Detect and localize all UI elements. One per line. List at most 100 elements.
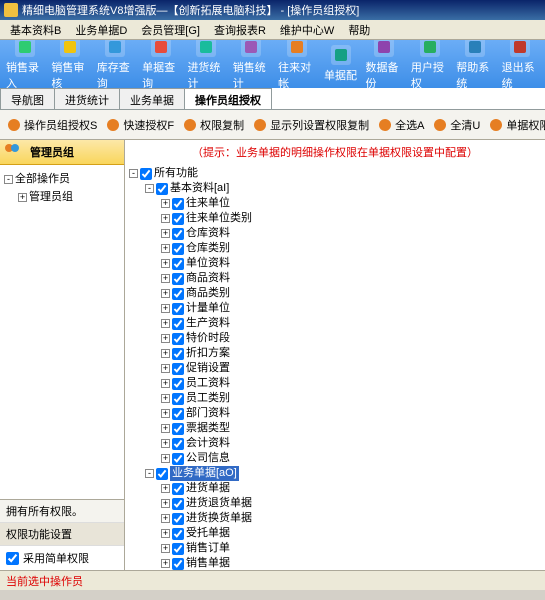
user-auth[interactable]: 用户授权 [407,40,452,88]
expand-icon[interactable]: + [161,454,170,463]
purchase-stat[interactable]: 进货统计 [183,40,228,88]
perm-node[interactable]: +员工类别 [129,391,541,406]
perm-checkbox[interactable] [156,183,168,195]
perm-checkbox[interactable] [172,558,184,570]
help-sys[interactable]: 帮助系统 [452,40,497,88]
perm-node[interactable]: +进货单据 [129,481,541,496]
tree-node-root[interactable]: -全部操作员 [4,169,120,187]
perm-node[interactable]: +员工资料 [129,376,541,391]
expand-icon[interactable]: + [161,379,170,388]
perm-node[interactable]: +生产资料 [129,316,541,331]
select-all[interactable]: 全选A [373,115,428,135]
quick-auth[interactable]: 快速授权F [101,115,178,135]
perm-checkbox[interactable] [172,273,184,285]
perm-node[interactable]: +单位资料 [129,256,541,271]
perm-node[interactable]: +商品类别 [129,286,541,301]
perm-checkbox[interactable] [172,393,184,405]
expand-icon[interactable]: + [161,274,170,283]
perm-checkbox[interactable] [172,348,184,360]
perm-checkbox[interactable] [172,483,184,495]
expand-icon[interactable]: + [161,304,170,313]
expand-icon[interactable]: + [161,544,170,553]
perm-checkbox[interactable] [172,543,184,555]
perm-node[interactable]: +销售单据 [129,556,541,570]
perm-node[interactable]: +受托单据 [129,526,541,541]
perm-node[interactable]: -业务单据[aO] [129,466,541,481]
perm-node[interactable]: +公司信息 [129,451,541,466]
stock-query[interactable]: 库存查询 [93,40,138,88]
perm-checkbox[interactable] [172,378,184,390]
perm-node[interactable]: +仓库类别 [129,241,541,256]
perm-checkbox[interactable] [172,288,184,300]
expand-icon[interactable]: + [161,394,170,403]
collapse-icon[interactable]: - [129,169,138,178]
simple-perm-row[interactable]: 采用简单权限 [0,546,124,570]
doc-group[interactable]: 单据配 [320,43,362,85]
permission-tree[interactable]: -所有功能-基本资料[aI]+往来单位+往来单位类别+仓库资料+仓库类别+单位资… [125,164,545,570]
perm-node[interactable]: +特价时段 [129,331,541,346]
expand-icon[interactable]: + [161,439,170,448]
perm-checkbox[interactable] [156,468,168,480]
expand-icon[interactable]: + [161,214,170,223]
data-backup[interactable]: 数据备份 [362,40,407,88]
perm-node[interactable]: +票据类型 [129,421,541,436]
perm-node[interactable]: +折扣方案 [129,346,541,361]
col-perm-copy[interactable]: 显示列设置权限复制 [248,115,373,135]
perm-node[interactable]: +往来单位类别 [129,211,541,226]
perm-node[interactable]: +商品资料 [129,271,541,286]
expand-icon[interactable]: + [161,199,170,208]
perm-checkbox[interactable] [172,213,184,225]
perm-checkbox[interactable] [172,243,184,255]
op-group-auth[interactable]: 操作员组授权S [2,115,101,135]
expand-icon[interactable]: + [161,259,170,268]
perm-node[interactable]: -基本资料[aI] [129,181,541,196]
perm-node[interactable]: +仓库资料 [129,226,541,241]
perm-checkbox[interactable] [172,438,184,450]
collapse-icon[interactable]: - [145,184,154,193]
expand-icon[interactable]: + [161,289,170,298]
perm-checkbox[interactable] [172,423,184,435]
expand-icon[interactable]: + [161,514,170,523]
doc-perm-set[interactable]: 单据权限设置 [484,115,545,135]
expand-icon[interactable]: + [161,364,170,373]
collapse-icon[interactable]: - [4,175,13,184]
tree-node-child[interactable]: +管理员组 [4,187,120,205]
perm-checkbox[interactable] [172,258,184,270]
exit-sys[interactable]: 退出系统 [498,40,543,88]
sales-entry[interactable]: 销售录入 [2,40,47,88]
perm-checkbox[interactable] [172,303,184,315]
expand-icon[interactable]: + [161,499,170,508]
perm-checkbox[interactable] [172,528,184,540]
perm-node[interactable]: +促销设置 [129,361,541,376]
expand-icon[interactable]: + [161,319,170,328]
menu-item[interactable]: 业务单据D [69,20,133,40]
perm-node[interactable]: +部门资料 [129,406,541,421]
menu-item[interactable]: 查询报表R [208,20,272,40]
ar-ap[interactable]: 往来对帐 [274,40,319,88]
perm-node[interactable]: +进货退货单据 [129,496,541,511]
collapse-icon[interactable]: - [145,469,154,478]
perm-node[interactable]: +计量单位 [129,301,541,316]
perm-checkbox[interactable] [172,333,184,345]
expand-icon[interactable]: + [161,334,170,343]
perm-checkbox[interactable] [172,363,184,375]
perm-copy[interactable]: 权限复制 [178,115,248,135]
biz-doc-tab[interactable]: 业务单据 [119,88,185,109]
menu-item[interactable]: 会员管理[G] [135,20,206,40]
menu-item[interactable]: 基本资料B [4,20,67,40]
perm-checkbox[interactable] [172,318,184,330]
perm-node[interactable]: +往来单位 [129,196,541,211]
perm-checkbox[interactable] [172,453,184,465]
perm-checkbox[interactable] [172,228,184,240]
perm-node[interactable]: -所有功能 [129,166,541,181]
perm-section[interactable]: 权限功能设置 [0,523,124,546]
expand-icon[interactable]: + [161,529,170,538]
op-auth-tab[interactable]: 操作员组授权 [184,88,272,109]
sales-stat[interactable]: 销售统计 [229,40,274,88]
purchase-stat-tab[interactable]: 进货统计 [54,88,120,109]
doc-query[interactable]: 单据查询 [138,40,183,88]
expand-icon[interactable]: + [161,409,170,418]
expand-icon[interactable]: + [18,193,27,202]
perm-checkbox[interactable] [172,198,184,210]
nav-tab[interactable]: 导航图 [0,88,55,109]
